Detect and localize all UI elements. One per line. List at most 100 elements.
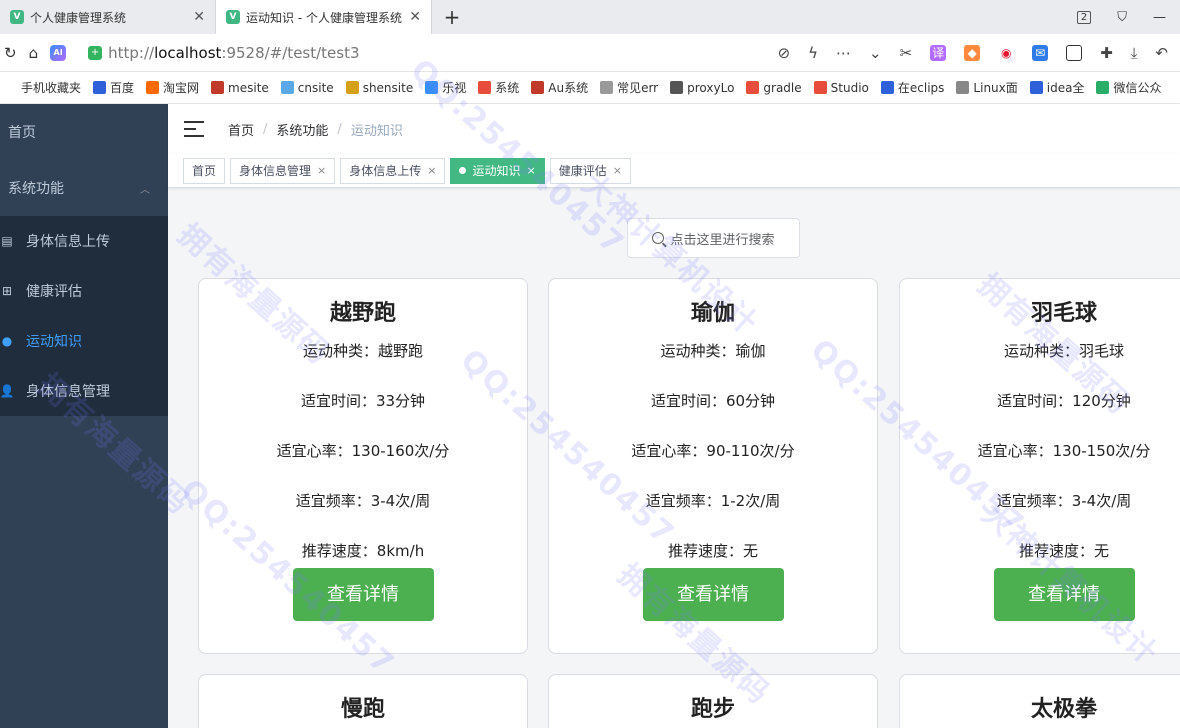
sidebar-submenu-items: ▤ 身体信息上传 ⊞ 健康评估 ● 运动知识 👤 身体信息管理 [0,216,168,416]
refresh-icon[interactable]: ↻ [4,44,17,62]
view-detail-button[interactable]: 查看详情 [292,568,434,621]
breadcrumb-separator: / [263,121,268,137]
card-field: 适宜心率：130-160次/分 [276,442,450,460]
browser-tab-title: 运动知识 - 个人健康管理系统 [246,10,402,25]
bookmark-favicon-icon [1096,81,1110,94]
game-icon[interactable]: ◆ [964,44,981,61]
tab-count-badge[interactable]: 2 [1076,10,1092,24]
compass-icon[interactable]: ⊘ [778,44,791,62]
bookmark-label: idea全 [1046,81,1085,95]
ai-icon[interactable]: AI [50,44,67,61]
scissors-icon[interactable]: ✂ [900,44,913,62]
bookmark-favicon-icon [813,81,827,94]
search-button[interactable]: 点击这里进行搜索 [627,218,800,258]
bookmark-label: Studio [830,80,869,95]
close-icon[interactable]: × [317,164,326,177]
screenshot-icon[interactable] [1066,44,1083,61]
bookmark-item[interactable]: mesite [211,81,269,95]
main-content: 点击这里进行搜索 越野跑 运动种类：越野跑 适宜时间：33分钟 适宜心率：130… [168,189,1180,728]
tag-body-info[interactable]: 身体信息管理 × [230,157,336,184]
browser-tab-strip: V 个人健康管理系统 ✕ V 运动知识 - 个人健康管理系统 ✕ + 2 ⛉ — [0,0,1180,34]
bookmark-item[interactable]: proxyLo [670,81,734,95]
bookmark-item[interactable]: 常见err [600,79,658,96]
bookmark-item[interactable]: idea全 [1029,79,1085,96]
exercise-card: 越野跑 运动种类：越野跑 适宜时间：33分钟 适宜心率：130-160次/分 适… [198,278,528,654]
view-detail-button[interactable]: 查看详情 [993,568,1135,621]
browser-tab-1[interactable]: V 个人健康管理系统 ✕ [0,0,216,34]
sidebar: 首页 系统功能 ︿ ▤ 身体信息上传 ⊞ 健康评估 ● 运动知识 👤 身体信息管… [0,104,168,728]
bookmark-item[interactable]: shensite [345,81,413,95]
tag-exercise[interactable]: 运动知识 × [450,157,545,184]
bookmark-item[interactable]: 手机收藏夹 [4,79,81,96]
exercise-card: 慢跑 [198,674,528,728]
bookmark-item[interactable]: gradle [746,81,802,95]
card-field: 适宜频率：1-2次/周 [645,492,781,510]
bulb-icon: ● [1,334,13,348]
extensions-icon[interactable]: ✚ [1100,44,1113,62]
tag-label: 运动知识 [472,164,521,178]
card-field: 适宜时间：33分钟 [300,392,426,410]
download-icon[interactable]: ⤓ [1131,44,1138,62]
bookmark-favicon-icon [93,81,107,94]
sidebar-item-label: 身体信息管理 [26,384,110,400]
url-text: http://localhost:9528/#/test/test3 [108,43,360,62]
home-icon[interactable]: ⌂ [29,44,39,62]
translate-icon[interactable]: 译 [930,44,947,61]
lightning-icon[interactable]: ϟ [808,44,818,62]
sidebar-item-assessment[interactable]: ⊞ 健康评估 [0,266,168,316]
close-icon[interactable]: × [527,164,536,177]
sidebar-item-upload[interactable]: ▤ 身体信息上传 [0,216,168,266]
bookmark-item[interactable]: Linux面 [956,79,1018,96]
sidebar-item-exercise[interactable]: ● 运动知识 [0,316,168,366]
tag-assessment[interactable]: 健康评估 × [549,157,631,184]
bookmark-item[interactable]: Au系统 [531,79,588,96]
plus-square-icon: ⊞ [1,284,13,298]
close-icon[interactable]: × [613,164,622,177]
more-icon[interactable]: ⋯ [836,44,851,62]
bookmark-favicon-icon [280,81,294,94]
bookmark-item[interactable]: 乐视 [425,79,466,96]
minimize-icon[interactable]: — [1153,10,1166,25]
sidebar-item-home[interactable]: 首页 [0,104,168,160]
exercise-card: 跑步 [548,674,878,728]
browser-tab-2[interactable]: V 运动知识 - 个人健康管理系统 ✕ [216,0,432,34]
bookmark-item[interactable]: 系统 [478,79,519,96]
bookmark-item[interactable]: Studio [813,80,869,95]
card-title: 羽毛球 [1030,301,1097,326]
bookmark-label: 常见err [617,81,659,95]
card-field: 运动种类：瑜伽 [660,342,766,360]
url-field[interactable]: + http://localhost:9528/#/test/test3 [88,44,688,62]
chevron-down-icon[interactable]: ⌄ [869,44,882,62]
card-field: 适宜频率：3-4次/周 [295,492,431,510]
mail-icon[interactable]: ✉ [1032,44,1049,61]
close-tab-icon[interactable]: ✕ [409,9,421,25]
bookmark-item[interactable]: cnsite [280,81,334,95]
sidebar-submenu-system[interactable]: 系统功能 ︿ [0,160,168,216]
undo-icon[interactable]: ↶ [1155,44,1168,62]
card-field: 适宜频率：3-4次/周 [996,492,1132,510]
bookmark-label: 淘宝网 [163,81,200,95]
view-detail-button[interactable]: 查看详情 [642,568,784,621]
bookmark-item[interactable]: 淘宝网 [146,79,199,96]
tag-label: 健康评估 [558,164,607,178]
bookmark-label: 系统 [495,81,520,95]
bookmark-item[interactable]: 在eclips [880,79,944,96]
hamburger-icon[interactable] [184,121,204,137]
close-tab-icon[interactable]: ✕ [193,9,205,25]
bookmark-item[interactable]: 百度 [93,79,134,96]
close-icon[interactable]: × [427,164,436,177]
tag-home[interactable]: 首页 [183,157,226,184]
weibo-icon[interactable]: ◉ [998,45,1014,61]
window-controls: 2 ⛉ — [1076,0,1180,34]
shirt-icon[interactable]: ⛉ [1117,10,1127,25]
bookmark-label: Au系统 [548,81,589,95]
bookmark-item[interactable]: 微信公众 [1096,79,1161,96]
breadcrumb-home[interactable]: 首页 [228,120,254,139]
tag-label: 首页 [192,164,217,178]
new-tab-button[interactable]: + [432,0,472,34]
tag-upload[interactable]: 身体信息上传 × [340,157,446,184]
sidebar-item-label: 身体信息上传 [26,234,110,250]
breadcrumb: 首页 / 系统功能 / 运动知识 [228,120,403,139]
card-title: 越野跑 [329,301,396,326]
sidebar-item-body-info[interactable]: 👤 身体信息管理 [0,366,168,416]
